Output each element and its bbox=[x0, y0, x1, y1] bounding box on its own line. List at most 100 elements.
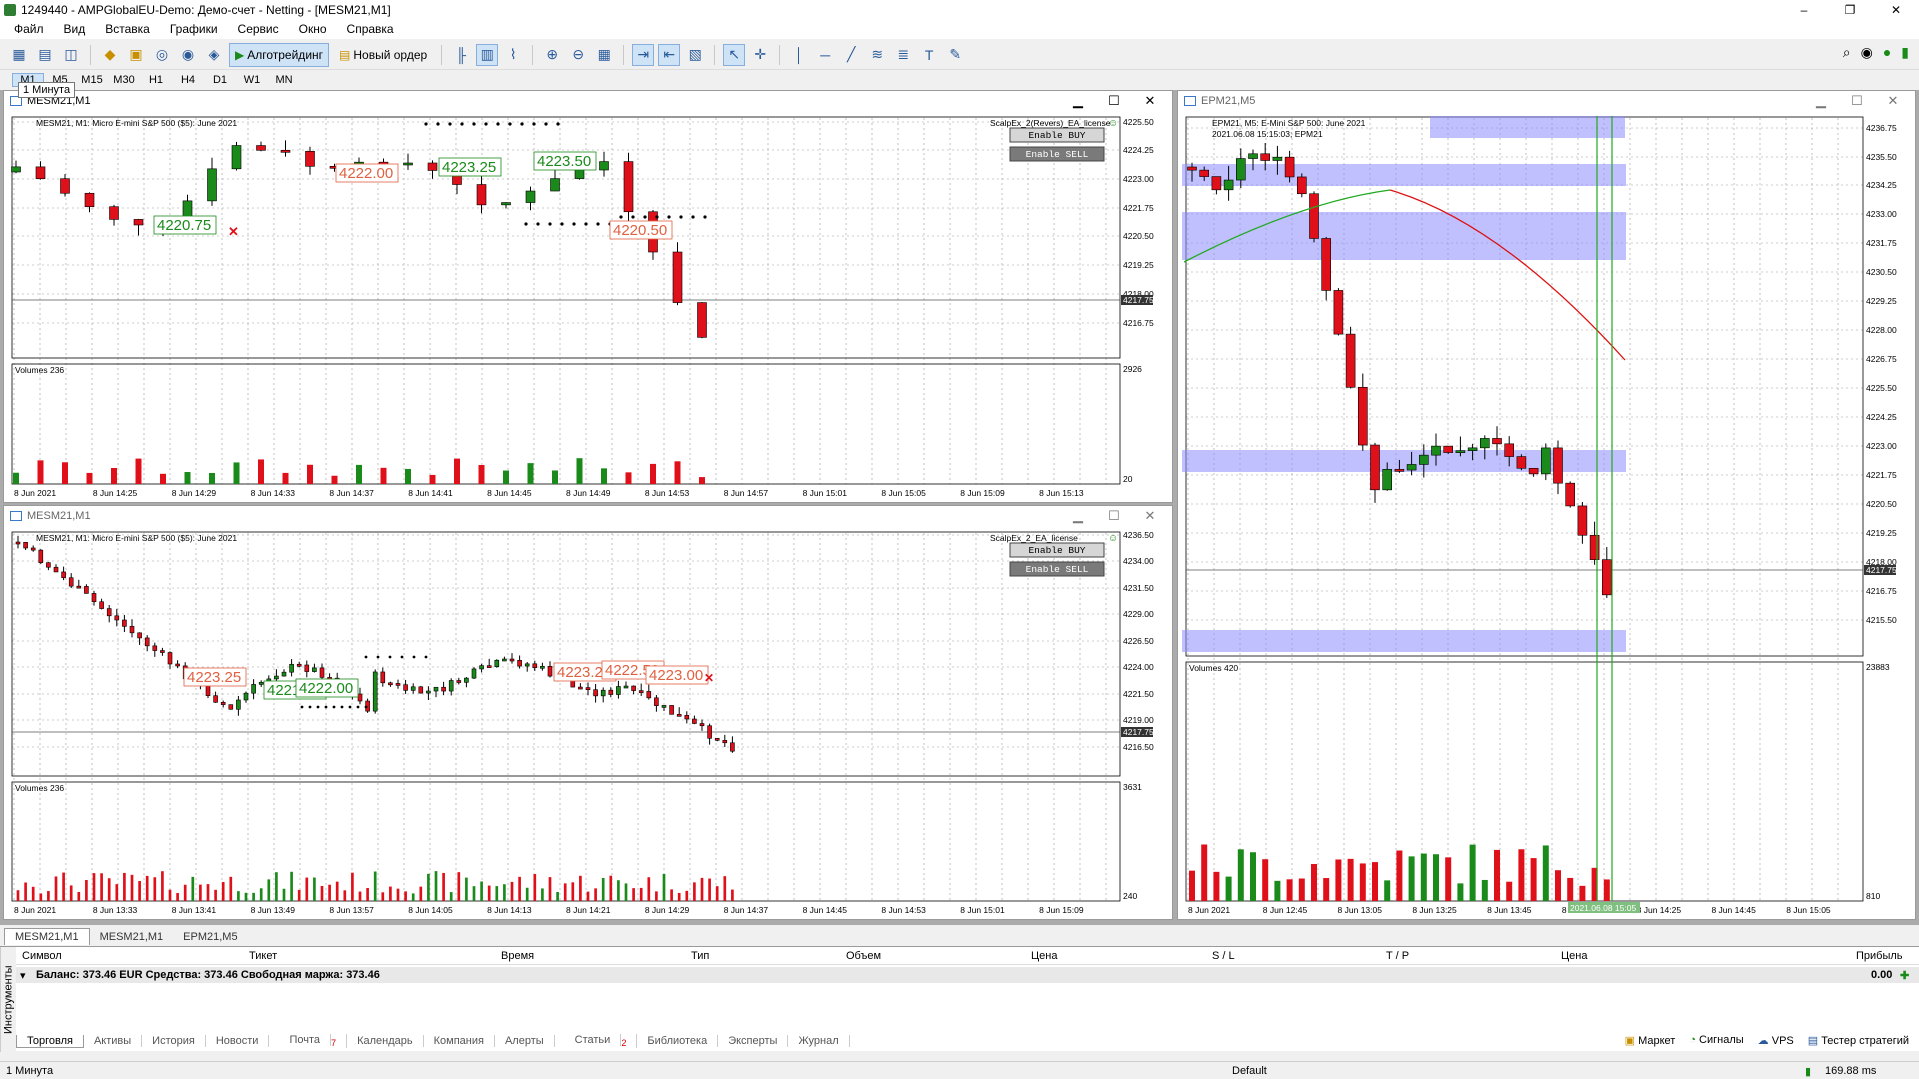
shapes-icon[interactable]: ✎ bbox=[944, 44, 966, 66]
tab-trade[interactable]: Торговля bbox=[16, 1034, 84, 1048]
crosshair-icon[interactable]: ✛ bbox=[749, 44, 771, 66]
col-profit[interactable]: Прибыль bbox=[1856, 950, 1903, 962]
tab-articles[interactable]: Статьи 2 bbox=[555, 1033, 638, 1049]
zoom-out-icon[interactable]: ⊖ bbox=[567, 44, 589, 66]
tf-h1[interactable]: H1 bbox=[140, 74, 172, 86]
signals-link[interactable]: ◔ Сигналы bbox=[1689, 1034, 1743, 1047]
chart-maximize-button[interactable]: ☐ bbox=[1839, 91, 1875, 111]
search-icon[interactable]: ⌕ bbox=[1843, 44, 1851, 61]
chart-window-1[interactable]: MESM21,M1 ▁ ☐ ✕ 4225.50 4224.25 4223.00 422… bbox=[3, 90, 1173, 503]
col-volume[interactable]: Объем bbox=[846, 950, 881, 962]
fibonacci-icon[interactable]: ≣ bbox=[892, 44, 914, 66]
tab-news[interactable]: Новости bbox=[206, 1035, 270, 1047]
tab-history[interactable]: История bbox=[142, 1035, 206, 1047]
strategy-tester-link[interactable]: ▤ Тестер стратегий bbox=[1808, 1034, 1909, 1047]
tile-windows-icon[interactable]: ▦ bbox=[593, 44, 615, 66]
tf-mn[interactable]: MN bbox=[268, 74, 300, 86]
tab-library[interactable]: Библиотека bbox=[637, 1035, 719, 1047]
balance-row[interactable]: ▾ Баланс: 373.46 EUR Средства: 373.46 Св… bbox=[16, 967, 1919, 983]
cursor-icon[interactable]: ↖ bbox=[723, 43, 746, 66]
tab-journal[interactable]: Журнал bbox=[788, 1035, 850, 1047]
signal-icon[interactable]: ● bbox=[1883, 44, 1891, 61]
vps-link[interactable]: ☁ VPS bbox=[1758, 1034, 1794, 1047]
candlestick-icon[interactable]: ▥ bbox=[476, 43, 499, 66]
tab-alerts[interactable]: Алерты bbox=[495, 1035, 555, 1047]
algo-trading-button[interactable]: ▶ Алготрейдинг bbox=[229, 42, 330, 67]
new-order-button[interactable]: ▤ Новый ордер bbox=[333, 43, 433, 67]
meta-editor-icon[interactable]: ◈ bbox=[203, 44, 225, 66]
tf-w1[interactable]: W1 bbox=[236, 74, 268, 86]
col-price-current[interactable]: Цена bbox=[1561, 950, 1587, 962]
menu-tools[interactable]: Сервис bbox=[228, 22, 289, 36]
chart-close-button[interactable]: ✕ bbox=[1875, 91, 1911, 111]
tab-mail[interactable]: Почта 7 bbox=[269, 1033, 348, 1049]
col-tp[interactable]: T / P bbox=[1386, 950, 1409, 962]
chart-maximize-button[interactable]: ☐ bbox=[1096, 506, 1132, 526]
tester-icon[interactable]: ◎ bbox=[151, 44, 173, 66]
horizontal-line-icon[interactable]: ─ bbox=[814, 44, 836, 66]
chart-3-svg[interactable]: 4236.75 4235.50 4234.25 4233.00 4231.75 4230.… bbox=[1180, 112, 1913, 917]
tf-m30[interactable]: M30 bbox=[108, 74, 140, 86]
menu-insert[interactable]: Вставка bbox=[95, 22, 160, 36]
close-button[interactable]: ✕ bbox=[1873, 0, 1919, 19]
chart-2-canvas[interactable]: 4236.50 4234.00 4231.50 4229.00 4226.50 4224.… bbox=[6, 527, 1170, 917]
chart-shift-icon[interactable]: ⇤ bbox=[658, 43, 681, 66]
col-sl[interactable]: S / L bbox=[1212, 950, 1235, 962]
tab-assets[interactable]: Активы bbox=[84, 1035, 143, 1047]
tab-experts[interactable]: Эксперты bbox=[718, 1035, 789, 1047]
zoom-in-icon[interactable]: ⊕ bbox=[541, 44, 563, 66]
market-link[interactable]: ▣ Маркет bbox=[1625, 1034, 1676, 1047]
candle-body bbox=[517, 660, 522, 667]
menu-window[interactable]: Окно bbox=[289, 22, 337, 36]
profiles-icon[interactable]: ▤ bbox=[34, 44, 56, 66]
collapse-icon[interactable]: ▾ bbox=[20, 969, 26, 982]
autoscroll-icon[interactable]: ⇥ bbox=[632, 43, 655, 66]
chart-window-3[interactable]: EPM21,M5 ▁ ☐ ✕ 4236.75 4235.50 4234.25 4233… bbox=[1177, 90, 1916, 920]
col-price[interactable]: Цена bbox=[1031, 950, 1057, 962]
minimize-button[interactable]: – bbox=[1781, 0, 1827, 19]
tf-h4[interactable]: H4 bbox=[172, 74, 204, 86]
chart-tab-1[interactable]: MESM21,M1 bbox=[4, 928, 90, 945]
terminal-icon[interactable]: ◉ bbox=[177, 44, 199, 66]
chart-minimize-button[interactable]: ▁ bbox=[1060, 506, 1096, 526]
trend-line-icon[interactable]: ╱ bbox=[840, 44, 862, 66]
col-symbol[interactable]: Символ bbox=[22, 950, 62, 962]
data-window-icon[interactable]: ▣ bbox=[125, 44, 147, 66]
tf-m15[interactable]: M15 bbox=[76, 74, 108, 86]
menu-help[interactable]: Справка bbox=[337, 22, 404, 36]
chart-1-svg[interactable]: 4225.50 4224.25 4223.00 4221.75 4220.50 4219.… bbox=[6, 112, 1170, 500]
chart-window-2[interactable]: MESM21,M1 ▁ ☐ ✕ 4236.50 4234.00 4231.50 422… bbox=[3, 505, 1173, 920]
menu-view[interactable]: Вид bbox=[54, 22, 96, 36]
tab-company[interactable]: Компания bbox=[424, 1035, 495, 1047]
chart-minimize-button[interactable]: ▁ bbox=[1060, 91, 1096, 111]
menu-charts[interactable]: Графики bbox=[160, 22, 228, 36]
chart-1-canvas[interactable]: 4225.50 4224.25 4223.00 4221.75 4220.50 4219.… bbox=[6, 112, 1170, 500]
indicators-icon[interactable]: ▧ bbox=[684, 44, 706, 66]
new-chart-icon[interactable]: ▦ bbox=[8, 44, 30, 66]
chart-tab-3[interactable]: EPM21,M5 bbox=[173, 929, 247, 945]
restore-button[interactable]: ❐ bbox=[1827, 0, 1873, 19]
market-watch-icon[interactable]: ◫ bbox=[60, 44, 82, 66]
tf-d1[interactable]: D1 bbox=[204, 74, 236, 86]
chart-minimize-button[interactable]: ▁ bbox=[1803, 91, 1839, 111]
chart-close-button[interactable]: ✕ bbox=[1132, 91, 1168, 111]
tab-calendar[interactable]: Календарь bbox=[347, 1035, 424, 1047]
col-time[interactable]: Время bbox=[501, 950, 534, 962]
channel-icon[interactable]: ≋ bbox=[866, 44, 888, 66]
vertical-line-icon[interactable]: │ bbox=[788, 44, 810, 66]
chart-maximize-button[interactable]: ☐ bbox=[1096, 91, 1132, 111]
chart-2-svg[interactable]: 4236.50 4234.00 4231.50 4229.00 4226.50 4224.… bbox=[6, 527, 1170, 917]
menu-file[interactable]: Файл bbox=[4, 22, 54, 36]
text-icon[interactable]: T bbox=[918, 44, 940, 66]
col-ticket[interactable]: Тикет bbox=[249, 950, 277, 962]
chart-3-canvas[interactable]: 4236.75 4235.50 4234.25 4233.00 4231.75 4230.… bbox=[1180, 112, 1913, 917]
navigator-icon[interactable]: ◆ bbox=[99, 44, 121, 66]
col-type[interactable]: Тип bbox=[691, 950, 709, 962]
add-icon[interactable]: ✚ bbox=[1900, 969, 1909, 982]
chart-close-button[interactable]: ✕ bbox=[1132, 506, 1168, 526]
chart-tab-2[interactable]: MESM21,M1 bbox=[90, 929, 174, 945]
toolbox-side-label[interactable]: Инструменты bbox=[0, 947, 16, 1052]
account-icon[interactable]: ◉ bbox=[1861, 44, 1873, 61]
line-chart-icon[interactable]: ⌇ bbox=[502, 44, 524, 66]
bar-chart-icon[interactable]: ╟ bbox=[450, 44, 472, 66]
